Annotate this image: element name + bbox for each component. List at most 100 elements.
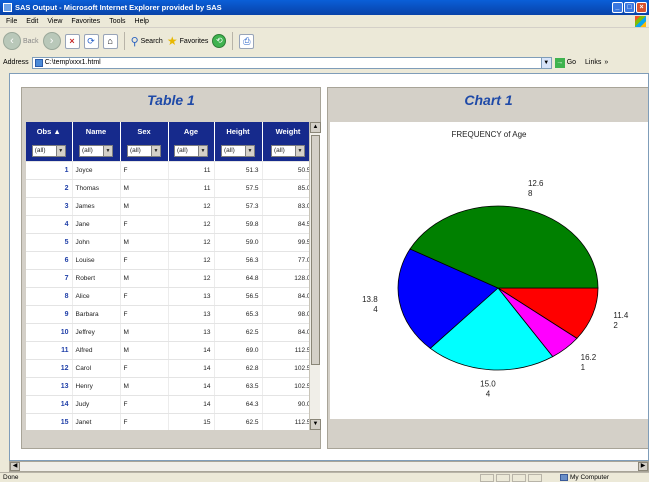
column-header-age[interactable]: Age [168, 122, 215, 141]
stop-button[interactable]: × [64, 33, 80, 49]
cell-obs: 2 [26, 179, 73, 198]
address-url: C:\temp\xxx1.html [44, 59, 101, 66]
slice-label: 16.2 [581, 353, 597, 362]
menu-tools[interactable]: Tools [109, 18, 125, 25]
go-button[interactable]: → Go [554, 57, 576, 68]
table-row[interactable]: 8 Alice F 13 56.5 84.0 [26, 287, 315, 306]
table-row[interactable]: 5 John M 12 59.0 99.5 [26, 233, 315, 252]
menu-view[interactable]: View [47, 18, 62, 25]
table-row[interactable]: 13 Henry M 14 63.5 102.5 [26, 377, 315, 396]
scroll-right-icon[interactable]: ▶ [638, 462, 648, 471]
slice-label: 12.6 [528, 179, 544, 188]
scroll-up-icon[interactable]: ▲ [310, 122, 321, 133]
table-row[interactable]: 10 Jeffrey M 13 62.5 84.0 [26, 323, 315, 342]
filter-select-sex[interactable]: (all) ▼ [127, 144, 161, 157]
data-table-container: Obs ▲ Name Sex Age Height Weight (all) ▼ … [26, 122, 322, 430]
scroll-left-icon[interactable]: ◀ [10, 462, 20, 471]
filter-select-age[interactable]: (all) ▼ [174, 144, 208, 157]
cell-name: James [72, 197, 121, 216]
column-header-weight[interactable]: Weight [262, 122, 315, 141]
filter-select-obs[interactable]: (all) ▼ [31, 144, 66, 157]
table-row[interactable]: 12 Carol F 14 62.8 102.5 [26, 359, 315, 378]
cell-weight: 112.5 [262, 341, 315, 360]
cell-weight: 84.0 [262, 287, 315, 306]
menu-help[interactable]: Help [135, 18, 149, 25]
window-titlebar: SAS Output - Microsoft Internet Explorer… [0, 0, 649, 15]
table-title: Table 1 [147, 92, 195, 108]
maximize-button[interactable]: □ [624, 2, 635, 13]
search-button[interactable]: ⚲ Search [131, 35, 163, 48]
table-vertical-scrollbar[interactable]: ▲ ▼ [309, 122, 321, 430]
favorites-button[interactable]: ★ Favorites [167, 34, 209, 48]
column-header-obs[interactable]: Obs ▲ [26, 122, 73, 141]
slice-value: 8 [528, 189, 533, 198]
cell-sex: F [120, 359, 169, 378]
column-header-height[interactable]: Height [214, 122, 263, 141]
star-icon: ★ [166, 34, 178, 48]
cell-age: 12 [168, 233, 215, 252]
scroll-thumb[interactable] [311, 135, 320, 365]
table-row[interactable]: 15 Janet F 15 62.5 112.5 [26, 413, 315, 430]
refresh-button[interactable]: ⟳ [83, 33, 99, 49]
slice-value: 4 [486, 390, 491, 399]
filter-select-weight[interactable]: (all) ▼ [271, 144, 305, 157]
window-controls: _ □ × [612, 2, 647, 13]
table-row[interactable]: 11 Alfred M 14 69.0 112.5 [26, 341, 315, 360]
menu-bar: File Edit View Favorites Tools Help [0, 15, 649, 28]
cell-weight: 50.5 [262, 161, 315, 180]
cell-sex: M [120, 323, 169, 342]
column-header-sex[interactable]: Sex [120, 122, 169, 141]
cell-weight: 90.0 [262, 395, 315, 414]
close-button[interactable]: × [636, 2, 647, 13]
pie-chart: 11.4216.2115.0413.8412.68 [362, 179, 629, 399]
filter-select-height[interactable]: (all) ▼ [221, 144, 255, 157]
page-horizontal-scrollbar[interactable]: ◀ ▶ [9, 461, 649, 472]
cell-sex: M [120, 341, 169, 360]
cell-age: 14 [168, 395, 215, 414]
cell-name: Louise [72, 251, 121, 270]
search-label: Search [140, 37, 163, 45]
status-bar: Done My Computer [0, 472, 649, 482]
cell-age: 15 [168, 413, 215, 430]
cell-sex: M [120, 269, 169, 288]
menu-edit[interactable]: Edit [26, 18, 38, 25]
back-button[interactable]: ‹ Back [3, 32, 39, 50]
back-arrow-icon: ‹ [3, 32, 21, 50]
table-row[interactable]: 1 Joyce F 11 51.3 50.5 [26, 161, 315, 180]
cell-obs: 12 [26, 359, 73, 378]
column-header-name[interactable]: Name [72, 122, 121, 141]
table-row[interactable]: 2 Thomas M 11 57.5 85.0 [26, 179, 315, 198]
slice-value: 4 [373, 305, 378, 314]
address-dropdown[interactable]: ▼ [540, 57, 551, 68]
cell-sex: F [120, 161, 169, 180]
address-bar: Address C:\temp\xxx1.html ▼ → Go Links » [0, 55, 649, 70]
scroll-down-icon[interactable]: ▼ [310, 419, 321, 430]
cell-obs: 15 [26, 413, 73, 430]
cell-age: 13 [168, 287, 215, 306]
minimize-button[interactable]: _ [612, 2, 623, 13]
table-row[interactable]: 6 Louise F 12 56.3 77.0 [26, 251, 315, 270]
cell-sex: F [120, 287, 169, 306]
forward-button[interactable]: › [42, 32, 61, 50]
table-row[interactable]: 7 Robert M 12 64.8 128.0 [26, 269, 315, 288]
slice-label: 15.0 [480, 380, 496, 389]
status-panes [480, 473, 542, 482]
table-row[interactable]: 4 Jane F 12 59.8 84.5 [26, 215, 315, 234]
chart-panel-title: Chart 1 [464, 92, 513, 108]
cell-height: 57.3 [214, 197, 263, 216]
filter-select-name[interactable]: (all) ▼ [79, 144, 113, 157]
menu-file[interactable]: File [6, 18, 17, 25]
links-chevron-icon[interactable]: » [604, 59, 608, 66]
address-input[interactable]: C:\temp\xxx1.html ▼ [31, 56, 552, 69]
cell-age: 11 [168, 179, 215, 198]
cell-height: 56.5 [214, 287, 263, 306]
print-button[interactable]: ⎙ [239, 33, 255, 49]
chevron-down-icon: ▼ [103, 145, 112, 156]
table-row[interactable]: 14 Judy F 14 64.3 90.0 [26, 395, 315, 414]
links-label[interactable]: Links [585, 59, 601, 66]
home-button[interactable]: ⌂ [102, 33, 118, 49]
menu-favorites[interactable]: Favorites [71, 18, 100, 25]
table-row[interactable]: 9 Barbara F 13 65.3 98.0 [26, 305, 315, 324]
history-button[interactable]: ⟲ [212, 34, 227, 48]
table-row[interactable]: 3 James M 12 57.3 83.0 [26, 197, 315, 216]
